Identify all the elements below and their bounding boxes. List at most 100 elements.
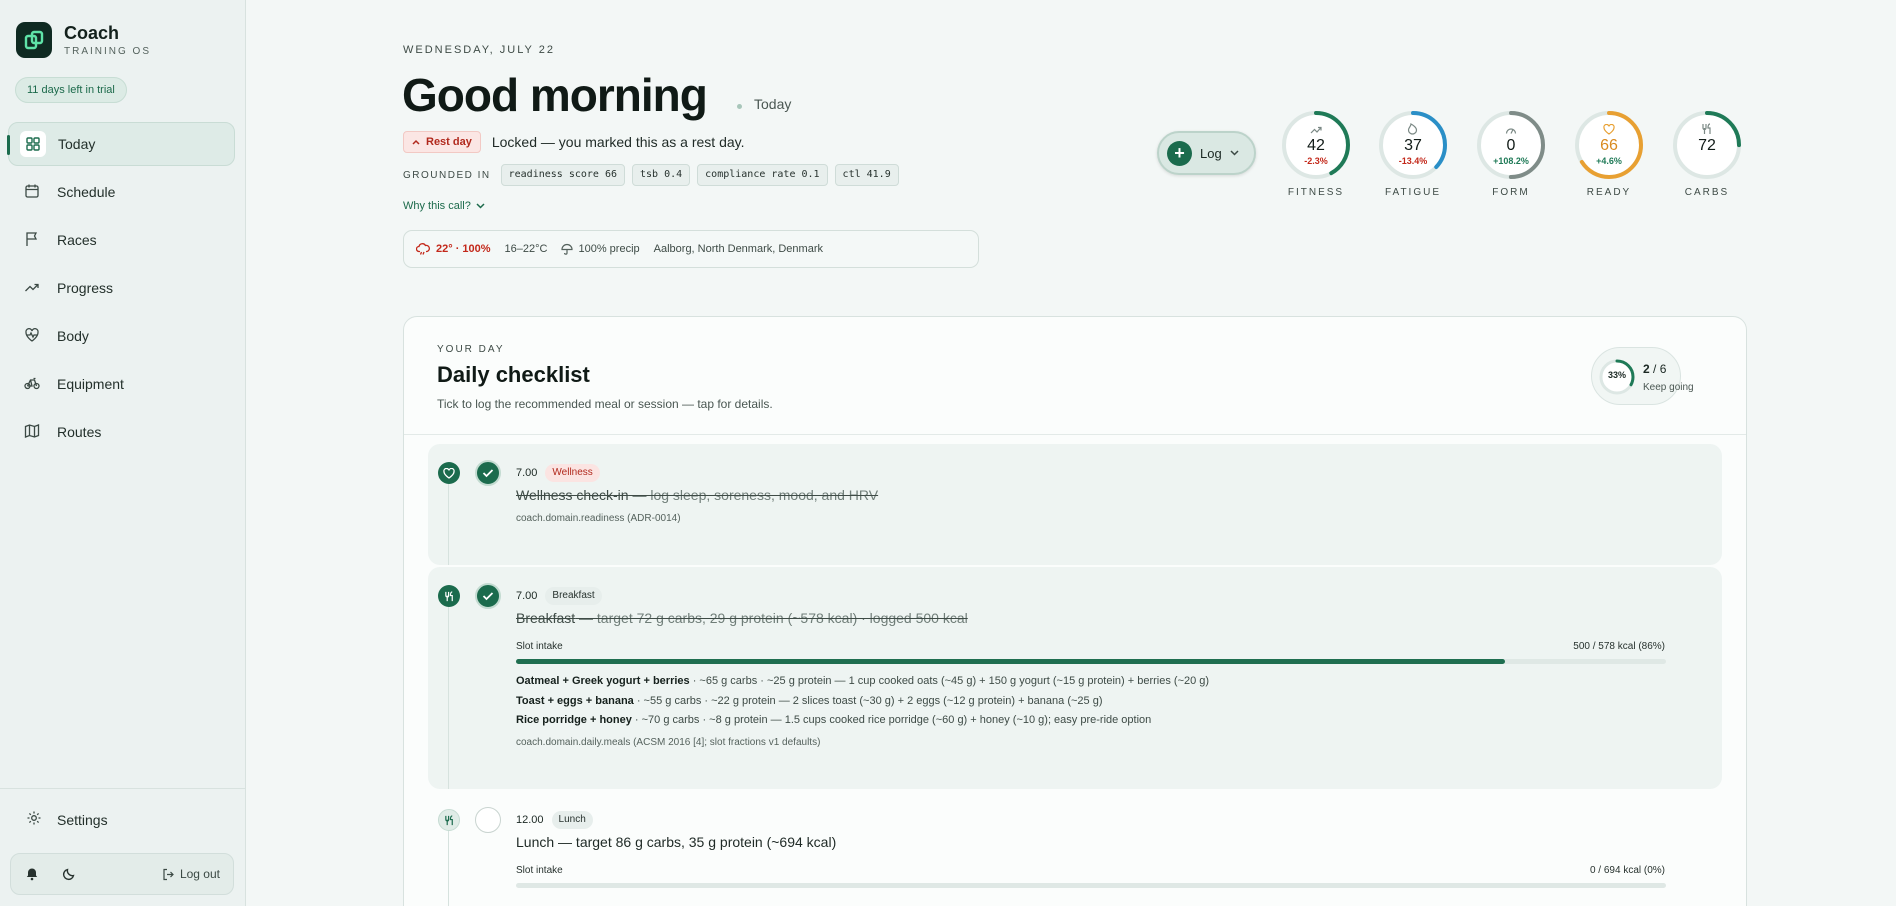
greeting-title: Good morning <box>402 69 708 121</box>
plus-icon: + <box>1167 140 1192 166</box>
sidebar-item-label: Races <box>57 232 97 248</box>
moon-icon[interactable] <box>62 867 76 886</box>
sidebar-item-label: Today <box>58 136 96 152</box>
brand[interactable]: Coach TRAINING OS <box>16 22 151 58</box>
item-checkbox[interactable] <box>475 807 501 833</box>
settings-label: Settings <box>57 811 108 828</box>
app-name: Coach <box>64 23 120 43</box>
heart-brain-icon <box>438 462 460 484</box>
gauge-value: 37 <box>1404 137 1422 154</box>
gear-icon <box>26 810 42 829</box>
rain-cloud-icon <box>416 242 430 255</box>
item-title-main: Wellness check-in <box>516 487 629 503</box>
log-button[interactable]: + Log <box>1157 131 1256 175</box>
metric-chip: tsb 0.4 <box>632 164 691 186</box>
metric-chip: readiness score 66 <box>500 164 625 186</box>
timeline-rail <box>448 821 449 906</box>
progress-total: / 6 <box>1653 362 1667 376</box>
gauge-value: 42 <box>1307 137 1325 154</box>
intake-value: 500 / 578 kcal (86%) <box>1573 641 1665 652</box>
chevron-down-icon <box>1230 150 1239 156</box>
sidebar-item-body[interactable]: Body <box>8 314 235 358</box>
rest-day-badge[interactable]: Rest day <box>403 131 481 153</box>
logout-icon <box>163 868 174 880</box>
sidebar-item-label: Schedule <box>57 184 116 200</box>
item-tag: Lunch <box>551 811 593 829</box>
meal-option[interactable]: Oatmeal + Greek yogurt + berries · ~65 g… <box>516 675 1209 687</box>
today-label: Today <box>754 96 792 112</box>
option-detail: · ~70 g carbs · ~8 g protein — 1.5 cups … <box>631 714 1152 726</box>
gauge-form[interactable]: 0 +108.2% FORM <box>1476 110 1546 198</box>
item-checkbox[interactable] <box>475 460 501 486</box>
sidebar-item-races[interactable]: Races <box>8 218 235 262</box>
logout-button[interactable]: Log out <box>162 867 220 881</box>
option-name: Oatmeal + Greek yogurt + berries <box>516 675 690 687</box>
trending-up-icon <box>24 279 40 298</box>
progress-message: Keep going <box>1643 382 1694 393</box>
item-checkbox[interactable] <box>475 583 501 609</box>
gauge-carbs[interactable]: 72 CARBS <box>1672 110 1742 198</box>
sidebar-item-schedule[interactable]: Schedule <box>8 170 235 214</box>
sidebar-item-equipment[interactable]: Equipment <box>8 362 235 406</box>
rest-day-row: Rest day Locked — you marked this as a r… <box>403 131 745 153</box>
coach-logo-icon <box>16 22 52 58</box>
sidebar-item-routes[interactable]: Routes <box>8 410 235 454</box>
grounded-in-row: GROUNDED IN readiness score 66 tsb 0.4 c… <box>403 164 906 186</box>
bell-icon[interactable] <box>25 867 39 886</box>
gauge-label: FATIGUE <box>1384 187 1442 198</box>
rest-day-message: Locked — you marked this as a rest day. <box>491 134 745 150</box>
meal-option[interactable]: Toast + eggs + banana · ~55 g carbs · ~2… <box>516 695 1102 707</box>
gauge-label: FITNESS <box>1287 187 1345 198</box>
sidebar-item-progress[interactable]: Progress <box>8 266 235 310</box>
progress-percent: 33% <box>1607 370 1626 380</box>
timeline-rail <box>448 597 449 789</box>
current-date: WEDNESDAY, JULY 22 <box>403 44 555 56</box>
item-title-detail: — log sleep, soreness, mood, and HRV <box>628 487 879 503</box>
sidebar-item-label: Body <box>57 328 89 344</box>
why-this-call-toggle[interactable]: Why this call? <box>403 200 485 212</box>
item-title-detail: — target 72 g carbs, 29 g protein (~578 … <box>575 610 968 626</box>
item-meta: 12.00 Lunch <box>516 811 593 829</box>
intake-label: Slot intake <box>516 865 563 876</box>
checklist-item-breakfast[interactable]: 7.00 Breakfast Breakfast — target 72 g c… <box>428 567 1722 789</box>
progress-count: 2 / 6 <box>1643 362 1666 376</box>
daily-checklist-card: YOUR DAY Daily checklist Tick to log the… <box>403 316 1747 906</box>
item-title: Wellness check-in — log sleep, soreness,… <box>516 487 878 503</box>
sidebar-footer: Settings Log out <box>0 788 246 895</box>
checklist-title: Daily checklist <box>437 362 590 387</box>
gauge-value: 66 <box>1600 137 1618 154</box>
option-name: Rice porridge + honey <box>516 714 632 726</box>
gauge-delta: -2.3% <box>1304 156 1328 166</box>
item-meta: 7.00 Breakfast <box>516 587 602 605</box>
sidebar-toolbar: Log out <box>10 853 234 895</box>
item-time: 7.00 <box>516 590 538 602</box>
status-dot <box>737 104 742 109</box>
gauge-ready[interactable]: 66 +4.6% READY <box>1574 110 1644 198</box>
weather-temp: 22° · 100% <box>436 243 491 255</box>
checklist-items: 7.00 Wellness Wellness check-in — log sl… <box>428 444 1722 906</box>
check-icon <box>482 592 494 601</box>
gauge-value: 0 <box>1506 137 1516 154</box>
item-time: 12.00 <box>516 814 544 826</box>
meal-option[interactable]: Rice porridge + honey · ~70 g carbs · ~8… <box>516 714 1151 726</box>
option-detail: · ~65 g carbs · ~25 g protein — 1 cup co… <box>689 675 1210 687</box>
chevron-down-icon <box>476 203 485 209</box>
gauge-fatigue[interactable]: 37 -13.4% FATIGUE <box>1378 110 1448 198</box>
flag-icon <box>24 231 40 250</box>
metric-chip: compliance rate 0.1 <box>697 164 828 186</box>
option-detail: · ~55 g carbs · ~22 g protein — 2 slices… <box>633 695 1103 707</box>
settings-link[interactable]: Settings <box>26 810 108 829</box>
checklist-progress: 33% 2 / 6 Keep going <box>1591 347 1694 405</box>
app-subtitle: TRAINING OS <box>64 46 152 57</box>
gauge-label: CARBS <box>1684 187 1730 198</box>
gauge-fitness[interactable]: 42 -2.3% FITNESS <box>1281 110 1351 198</box>
item-time: 7.00 <box>516 467 538 479</box>
checklist-item-lunch[interactable]: 12.00 Lunch Lunch — target 86 g carbs, 3… <box>428 791 1722 906</box>
sidebar-item-label: Equipment <box>57 376 124 392</box>
sidebar-item-today[interactable]: Today <box>7 122 235 166</box>
why-label: Why this call? <box>403 200 471 212</box>
intake-progress-bar <box>516 659 1666 664</box>
checklist-item-wellness[interactable]: 7.00 Wellness Wellness check-in — log sl… <box>428 444 1722 565</box>
sidebar-item-label: Routes <box>57 424 102 440</box>
trial-badge[interactable]: 11 days left in trial <box>15 77 127 103</box>
